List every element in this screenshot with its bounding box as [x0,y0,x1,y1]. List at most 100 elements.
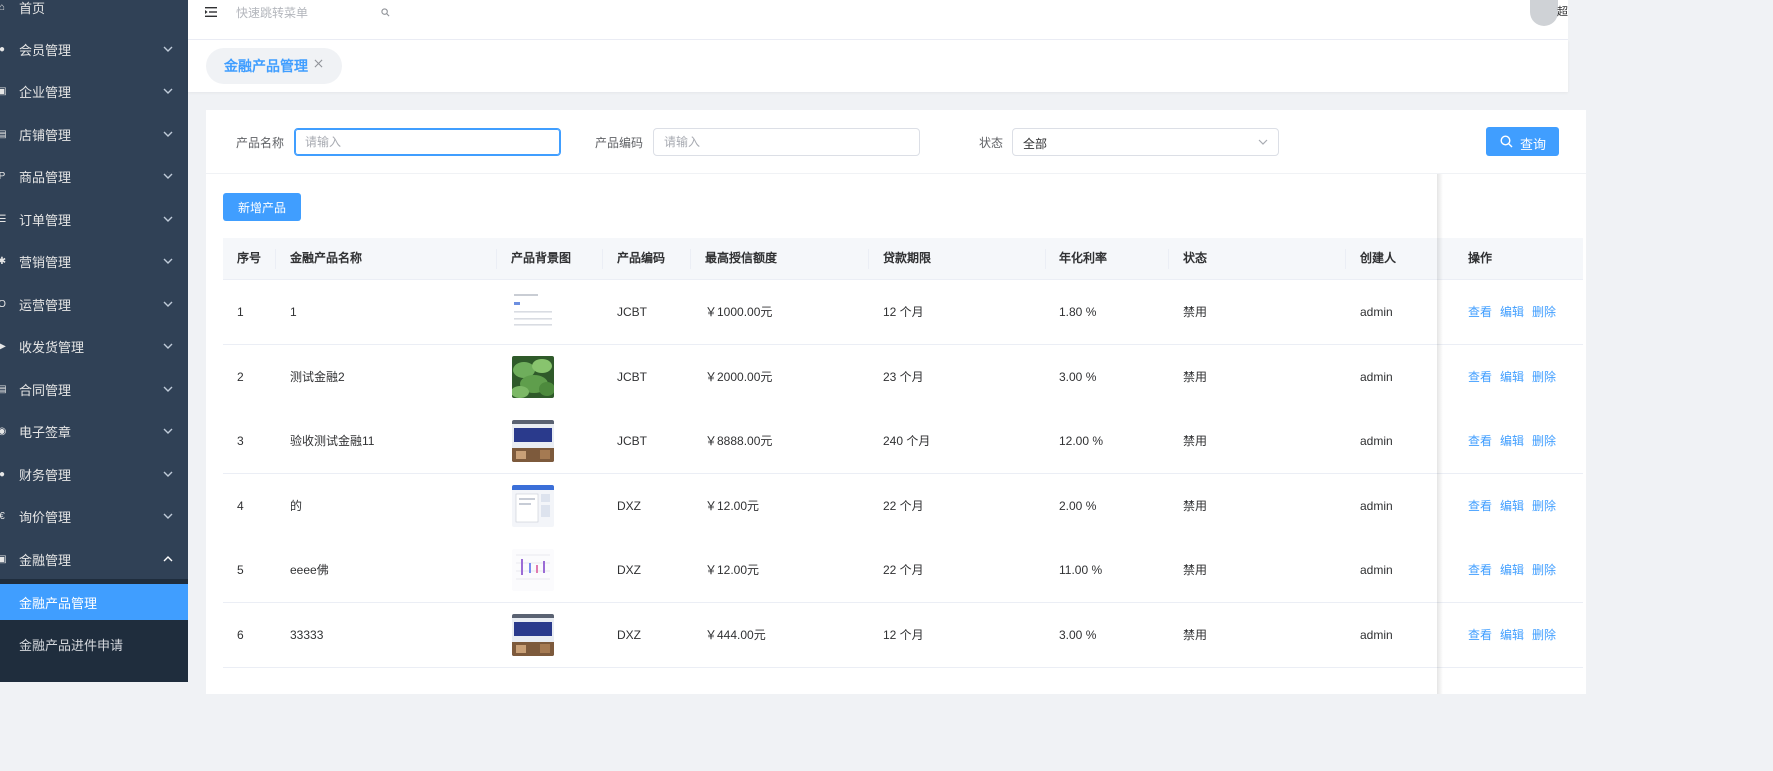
marketing-icon: ✱ [0,255,7,267]
sidebar-item[interactable]: € 询价管理 [0,495,188,537]
table-row: 6 33333 DXZ ￥444.00元 12 个月 3.00 % 禁用 admin 查看 编辑删… [223,603,1583,668]
delete-link[interactable]: 删除 [1532,345,1556,409]
sidebar-item-label: 财务管理 [19,467,72,483]
chevron-down-icon [163,131,173,137]
cell-code: DXZ [617,563,641,578]
view-link[interactable]: 查看 [1468,474,1492,538]
cell-name: 的 [290,498,303,513]
edit-link[interactable]: 编辑 [1500,474,1524,538]
column-header: 状态 [1183,251,1208,265]
cell-creator: admin [1360,563,1393,578]
product-code-input[interactable] [653,128,920,156]
view-link[interactable]: 查看 [1468,409,1492,473]
column-separator [1345,249,1346,269]
edit-link[interactable]: 编辑 [1500,280,1524,344]
sidebar-item[interactable]: ● 会员管理 [0,28,188,70]
column-separator [690,249,691,269]
sidebar-item-label: 运营管理 [19,297,72,313]
cell-status: 禁用 [1183,434,1208,449]
delete-link[interactable]: 删除 [1532,538,1556,602]
product-background-image[interactable] [512,549,554,592]
product-name-input[interactable] [294,128,561,156]
query-button[interactable]: 查询 [1486,127,1559,156]
product-background-image[interactable] [512,484,554,527]
search-icon [1500,135,1513,148]
product-background-image[interactable] [512,355,554,398]
delete-link[interactable]: 删除 [1532,474,1556,538]
sidebar-item[interactable]: ▤ 店铺管理 [0,113,188,155]
column-header: 序号 [237,251,262,265]
sidebar-item[interactable]: ⌂ 首页 [0,0,188,28]
submenu-item-next[interactable] [0,669,188,682]
view-link[interactable]: 查看 [1468,603,1492,667]
sidebar-item[interactable]: ☰ 订单管理 [0,198,188,240]
sidebar-item[interactable]: ▣ 金融管理 [0,538,188,580]
cell-creator: admin [1360,434,1393,449]
cell-name: 测试金融2 [290,369,345,384]
view-link[interactable]: 查看 [1468,280,1492,344]
sidebar-item[interactable]: ● 财务管理 [0,453,188,495]
sidebar-item[interactable]: ▤ 合同管理 [0,368,188,410]
cell-code: DXZ [617,628,641,642]
column-header: 最高授信额度 [705,251,778,265]
status-select[interactable]: 全部 [1012,128,1279,156]
edit-link[interactable]: 编辑 [1500,603,1524,667]
cell-term: 22 个月 [883,563,924,578]
submenu-item-finance-applications[interactable]: 金融产品进件申请 [0,626,188,662]
sidebar-item[interactable]: ◉ 电子签章 [0,410,188,452]
product-background-image[interactable] [512,614,554,656]
avatar[interactable] [1530,0,1558,26]
column-header: 贷款期限 [883,251,932,265]
chevron-down-icon [163,216,173,222]
edit-link[interactable]: 编辑 [1500,538,1524,602]
product-background-image[interactable] [512,420,554,463]
sidebar-item[interactable]: ✱ 营销管理 [0,240,188,282]
cell-rate: 12.00 % [1059,434,1104,449]
edit-link[interactable]: 编辑 [1500,409,1524,473]
close-icon[interactable] [314,59,323,68]
seal-icon: ◉ [0,425,7,437]
column-header: 产品编码 [617,251,666,265]
add-product-button[interactable]: 新增产品 [223,193,301,221]
cell-status: 禁用 [1183,305,1208,319]
sidebar-item[interactable]: ▶ 收发货管理 [0,325,188,367]
column-separator [275,249,276,269]
submenu-item-finance-products[interactable]: 金融产品管理 [0,584,188,620]
quick-jump-input[interactable] [234,2,398,24]
sidebar-item-label: 首页 [19,0,46,16]
chevron-up-icon [163,556,173,562]
hamburger-icon[interactable] [205,6,217,18]
column-separator [602,249,603,269]
search-icon[interactable] [381,8,390,17]
chevron-down-icon [163,428,173,434]
tab-finance-products[interactable]: 金融产品管理 [206,48,342,84]
chevron-down-icon [1258,139,1268,145]
sidebar-item[interactable]: P 商品管理 [0,155,188,197]
chevron-down-icon [163,301,173,307]
search-panel: 产品名称 产品编码 状态 全部 查询 [206,110,1586,173]
content-panel: 新增产品 序号 金融产品名称 产品背景图 产品编码 最高授信额度 贷款期限 年化利率 状态 创建… [206,174,1586,694]
table-header: 序号 金融产品名称 产品背景图 产品编码 最高授信额度 贷款期限 年化利率 状态 创建人 操作 [223,238,1583,280]
cell-index: 1 [237,305,244,319]
table-row: 2 测试金融2 JCBT ￥2000.00元 23 个月 3.00 % 禁用 admin 查看编… [223,344,1583,410]
edit-link[interactable]: 编辑 [1500,345,1524,409]
cell-name: 1 [290,305,297,319]
cell-name: 验收测试金融11 [290,434,375,449]
chevron-down-icon [163,471,173,477]
view-link[interactable]: 查看 [1468,345,1492,409]
product-background-image[interactable] [512,291,554,333]
cell-term: 240 个月 [883,434,931,449]
view-link[interactable]: 查看 [1468,538,1492,602]
sidebar-item-label: 店铺管理 [19,127,72,143]
contract-icon: ▤ [0,383,7,395]
cell-term: 23 个月 [883,369,924,384]
sidebar-item[interactable]: ▣ 企业管理 [0,70,188,112]
chevron-down-icon [163,88,173,94]
cell-limit: ￥12.00元 [705,498,760,513]
delete-link[interactable]: 删除 [1532,280,1556,344]
user-name[interactable]: 超 [1557,3,1568,19]
delete-link[interactable]: 删除 [1532,603,1556,667]
delete-link[interactable]: 删除 [1532,409,1556,473]
sidebar-item[interactable]: O 运营管理 [0,283,188,325]
cell-status: 禁用 [1183,498,1208,513]
